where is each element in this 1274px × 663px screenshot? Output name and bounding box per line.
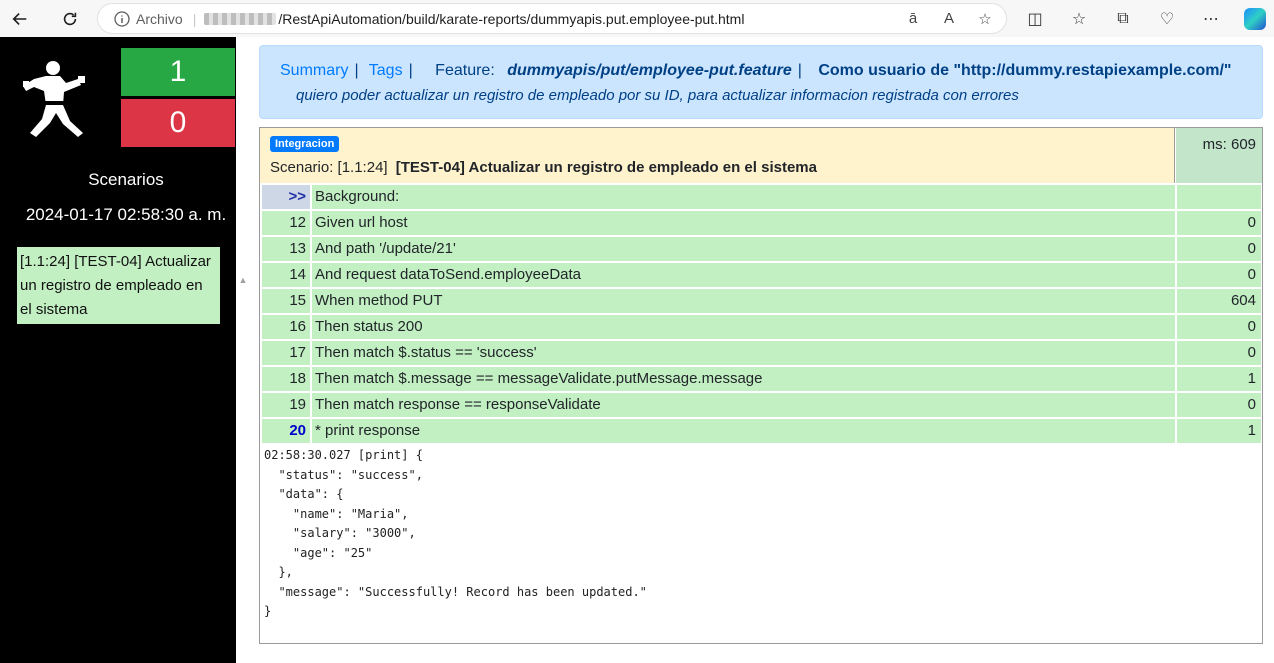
step-row[interactable]: 20 * print response 1	[262, 419, 1262, 443]
step-row[interactable]: >> Background:	[262, 185, 1262, 209]
read-aloud-icon[interactable]: A	[940, 10, 958, 27]
info-icon[interactable]	[114, 10, 136, 27]
step-line-number: 14	[262, 263, 310, 287]
steps-table: >> Background: 12 Given url host 0 13 And pa…	[262, 185, 1262, 445]
separator: |	[354, 62, 359, 79]
summary-link[interactable]: Summary	[280, 62, 348, 79]
scroll-up-arrow-icon[interactable]: ▲	[236, 275, 250, 287]
step-row: 12 Given url host 0	[262, 211, 1262, 235]
step-text: Then status 200	[312, 315, 1175, 339]
scenario-header: Integracion Scenario: [1.1:24] [TEST-04]…	[260, 128, 1175, 183]
step-duration	[1177, 185, 1261, 209]
step-duration: 1	[1177, 419, 1261, 443]
copilot-icon	[1244, 7, 1266, 30]
step-duration: 0	[1177, 393, 1261, 417]
step-duration: 0	[1177, 237, 1261, 261]
sidebar-scenario-item[interactable]: [1.1:24] [TEST-04] Actualizar un registr…	[17, 247, 220, 324]
favorites-icon[interactable]: ☆	[1062, 4, 1096, 33]
feature-subdescription: quiero poder actualizar un registro de e…	[296, 87, 1019, 104]
step-text: Then match $.status == 'success'	[312, 341, 1175, 365]
step-row: 15 When method PUT 604	[262, 289, 1262, 313]
back-button[interactable]	[4, 3, 36, 35]
scenario-title: Scenario: [1.1:24] [TEST-04] Actualizar …	[270, 159, 817, 176]
more-menu-icon[interactable]: ⋯	[1194, 4, 1228, 33]
copilot-button[interactable]	[1238, 4, 1272, 33]
redacted-path	[204, 12, 277, 25]
favorite-star-icon[interactable]: ☆	[976, 10, 994, 28]
failed-count-badge: 0	[121, 99, 235, 147]
step-text: * print response	[312, 419, 1175, 443]
scenarios-heading: Scenarios	[88, 170, 164, 189]
feature-label: Feature:	[435, 62, 495, 79]
step-line-number: 15	[262, 289, 310, 313]
scenario-panel: Integracion Scenario: [1.1:24] [TEST-04]…	[259, 127, 1263, 644]
browser-essentials-icon[interactable]: ♡	[1150, 4, 1184, 33]
scenario-name: [TEST-04] Actualizar un registro de empl…	[395, 159, 817, 176]
refresh-icon	[63, 12, 77, 25]
step-line-number: 19	[262, 393, 310, 417]
step-duration: 0	[1177, 211, 1261, 235]
step-text: When method PUT	[312, 289, 1175, 313]
left-nav: 1 0 Scenarios 2024-01-17 02:58:30 a. m. …	[0, 37, 247, 663]
step-duration: 0	[1177, 341, 1261, 365]
scenario-duration: ms: 609	[1176, 128, 1262, 183]
step-duration: 0	[1177, 263, 1261, 287]
step-line-number: 20	[262, 419, 310, 443]
step-row: 16 Then status 200 0	[262, 315, 1262, 339]
scenario-ref: Scenario: [1.1:24]	[270, 159, 388, 176]
step-text: Then match response == responseValidate	[312, 393, 1175, 417]
step-text: Background:	[312, 185, 1175, 209]
step-text: And request dataToSend.employeeData	[312, 263, 1175, 287]
step-text: Then match $.message == messageValidate.…	[312, 367, 1175, 391]
step-duration: 0	[1177, 315, 1261, 339]
refresh-button[interactable]	[54, 3, 86, 35]
feature-name: dummyapis/put/employee-put.feature	[507, 62, 792, 79]
step-duration: 1	[1177, 367, 1261, 391]
step-text: And path '/update/21'	[312, 237, 1175, 261]
report-date: 2024-01-17 02:58:30 a. m.	[25, 205, 227, 224]
url-text: /RestApiAutomation/build/karate-reports/…	[278, 10, 745, 27]
step-line-number: 18	[262, 367, 310, 391]
step-row: 19 Then match response == responseValidat…	[262, 393, 1262, 417]
step-line-number: 16	[262, 315, 310, 339]
print-output-log: 02:58:30.027 [print] { "status": "succes…	[264, 448, 647, 618]
feature-header: Summary | Tags | Feature: dummyapis/put/em…	[259, 45, 1263, 119]
passed-count-badge: 1	[121, 48, 235, 96]
tags-link[interactable]: Tags	[369, 62, 403, 79]
separator: |	[797, 62, 802, 79]
collections-icon[interactable]: ⧉	[1106, 4, 1140, 33]
tag-badge: Integracion	[270, 136, 340, 152]
step-duration: 604	[1177, 289, 1261, 313]
translate-icon[interactable]: ā	[904, 10, 922, 27]
step-line-number: 13	[262, 237, 310, 261]
step-row: 13 And path '/update/21' 0	[262, 237, 1262, 261]
arrow-left-icon	[12, 12, 27, 25]
karate-logo-icon	[23, 61, 85, 137]
step-line-number: >>	[262, 185, 310, 209]
browser-toolbar: Archivo | /RestApiAutomation/build/karat…	[0, 0, 1274, 37]
step-line-number: 12	[262, 211, 310, 235]
split-screen-icon[interactable]: ◫	[1018, 4, 1052, 33]
separator: |	[408, 62, 413, 79]
step-row: 18 Then match $.message == messageValidat…	[262, 367, 1262, 391]
feature-description: Como usuario de "http://dummy.restapiexa…	[818, 62, 1232, 79]
file-scheme-label: Archivo	[136, 10, 183, 27]
address-bar[interactable]: Archivo | /RestApiAutomation/build/karat…	[98, 4, 1006, 33]
step-row: 14 And request dataToSend.employeeData 0	[262, 263, 1262, 287]
step-row: 17 Then match $.status == 'success' 0	[262, 341, 1262, 365]
step-text: Given url host	[312, 211, 1175, 235]
address-separator: |	[192, 10, 197, 27]
step-line-number: 17	[262, 341, 310, 365]
